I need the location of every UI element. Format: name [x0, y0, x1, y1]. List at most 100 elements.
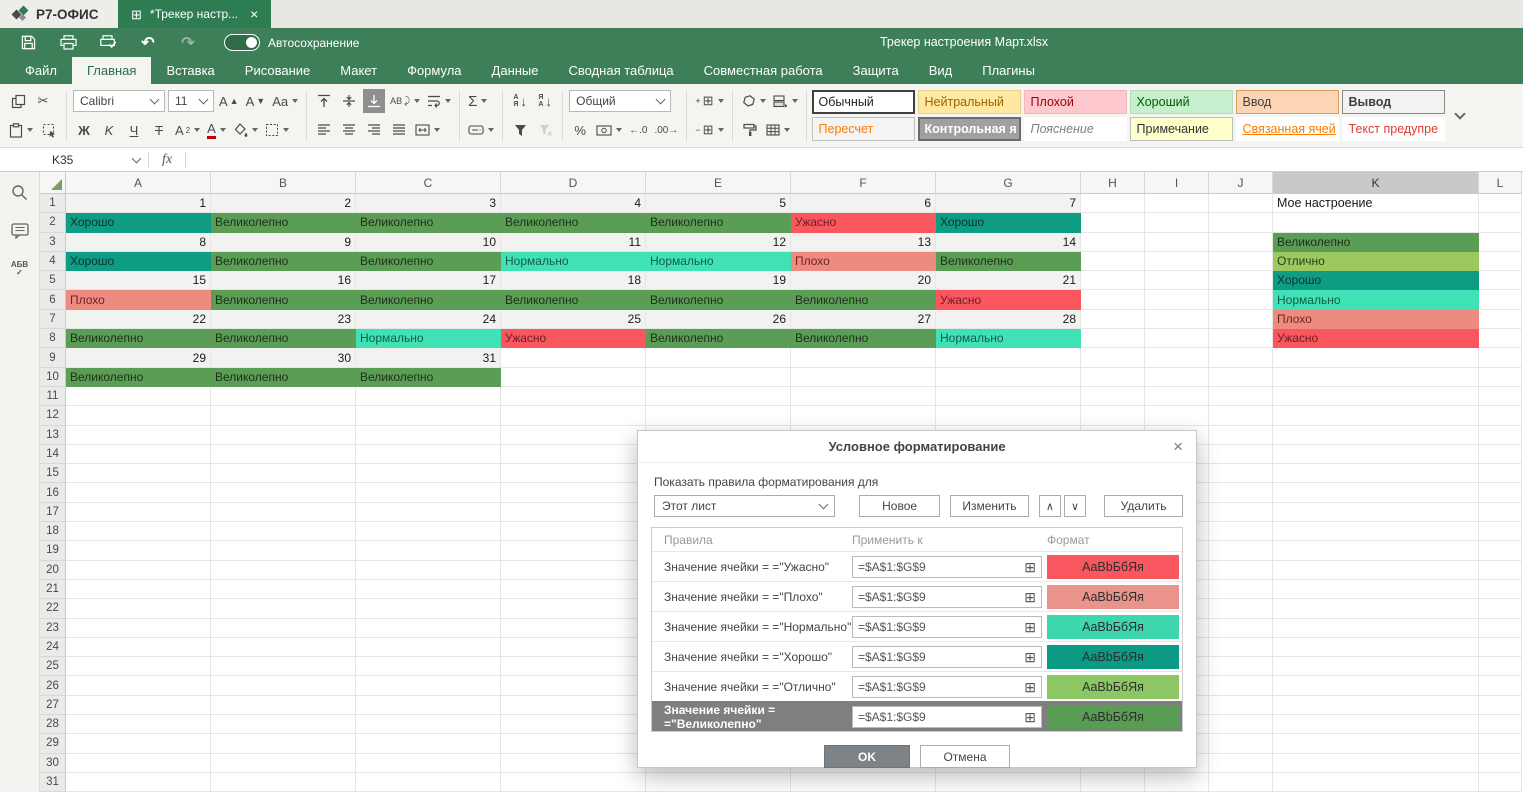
cell-B16[interactable]	[211, 483, 356, 502]
cell-D21[interactable]	[501, 580, 646, 599]
cell-E8[interactable]: Великолепно	[646, 329, 791, 348]
cell-E6[interactable]: Великолепно	[646, 290, 791, 309]
cell-J25[interactable]	[1209, 657, 1273, 676]
align-middle-button[interactable]	[338, 89, 360, 113]
cell-D8[interactable]: Ужасно	[501, 329, 646, 348]
cell-K14[interactable]	[1273, 445, 1479, 464]
row-header-13[interactable]: 13	[40, 426, 66, 445]
row-header-24[interactable]: 24	[40, 638, 66, 657]
move-rule-up-button[interactable]: ∧	[1039, 495, 1061, 517]
sort-descending-button[interactable]: ЯА ↓	[534, 89, 556, 113]
cell-E5[interactable]: 19	[646, 271, 791, 290]
rule-range-input[interactable]: =$A$1:$G$9⊞	[852, 616, 1042, 638]
cell-I4[interactable]	[1145, 252, 1209, 271]
menu-tab-8[interactable]: Сводная таблица	[554, 57, 689, 84]
cell-L7[interactable]	[1479, 310, 1522, 329]
cell-J11[interactable]	[1209, 387, 1273, 406]
column-header-G[interactable]: G	[936, 172, 1081, 194]
cell-B1[interactable]: 2	[211, 194, 356, 213]
italic-button[interactable]: K	[98, 118, 120, 142]
name-box[interactable]: K35	[44, 148, 148, 171]
select-range-icon[interactable]: ⊞	[1024, 710, 1036, 724]
delete-cells-button[interactable]: −⊞	[693, 118, 725, 142]
cell-E7[interactable]: 26	[646, 310, 791, 329]
menu-tab-11[interactable]: Вид	[914, 57, 968, 84]
cell-A24[interactable]	[66, 638, 211, 657]
row-header-9[interactable]: 9	[40, 348, 66, 367]
cell-J27[interactable]	[1209, 696, 1273, 715]
cell-I8[interactable]	[1145, 329, 1209, 348]
rule-row-3[interactable]: Значение ячейки = ="Нормально"=$A$1:$G$9…	[652, 611, 1182, 641]
cell-L23[interactable]	[1479, 619, 1522, 638]
align-bottom-button[interactable]	[363, 89, 385, 113]
cell-G10[interactable]	[936, 368, 1081, 387]
cell-K24[interactable]	[1273, 638, 1479, 657]
menu-tab-12[interactable]: Плагины	[967, 57, 1050, 84]
cell-E3[interactable]: 12	[646, 233, 791, 252]
cell-L27[interactable]	[1479, 696, 1522, 715]
cell-J2[interactable]	[1209, 213, 1273, 232]
text-orientation-button[interactable]: АВ⤸	[388, 89, 422, 113]
row-header-26[interactable]: 26	[40, 676, 66, 695]
cell-L8[interactable]	[1479, 329, 1522, 348]
cell-I31[interactable]	[1145, 773, 1209, 792]
cell-H7[interactable]	[1081, 310, 1145, 329]
cell-A28[interactable]	[66, 715, 211, 734]
cell-D11[interactable]	[501, 387, 646, 406]
cell-J14[interactable]	[1209, 445, 1273, 464]
cell-D25[interactable]	[501, 657, 646, 676]
cell-K31[interactable]	[1273, 773, 1479, 792]
ok-button[interactable]: OK	[824, 745, 910, 768]
column-header-D[interactable]: D	[501, 172, 646, 194]
cell-A30[interactable]	[66, 754, 211, 773]
cell-A15[interactable]	[66, 464, 211, 483]
select-range-icon[interactable]: ⊞	[1024, 590, 1036, 604]
column-header-B[interactable]: B	[211, 172, 356, 194]
cell-C20[interactable]	[356, 561, 501, 580]
cell-K10[interactable]	[1273, 368, 1479, 387]
select-range-icon[interactable]: ⊞	[1024, 650, 1036, 664]
edit-rule-button[interactable]: Изменить	[950, 495, 1029, 517]
menu-tab-4[interactable]: Рисование	[230, 57, 325, 84]
cell-L11[interactable]	[1479, 387, 1522, 406]
cell-L26[interactable]	[1479, 676, 1522, 695]
cell-I2[interactable]	[1145, 213, 1209, 232]
row-header-23[interactable]: 23	[40, 619, 66, 638]
row-header-25[interactable]: 25	[40, 657, 66, 676]
cell-E2[interactable]: Великолепно	[646, 213, 791, 232]
cell-D18[interactable]	[501, 522, 646, 541]
subscript-button[interactable]: A2	[173, 118, 202, 142]
cell-H12[interactable]	[1081, 406, 1145, 425]
cell-I12[interactable]	[1145, 406, 1209, 425]
cell-style-3[interactable]: Плохой	[1024, 90, 1127, 114]
cell-B25[interactable]	[211, 657, 356, 676]
cell-B17[interactable]	[211, 503, 356, 522]
cell-H10[interactable]	[1081, 368, 1145, 387]
row-header-15[interactable]: 15	[40, 464, 66, 483]
cell-K30[interactable]	[1273, 754, 1479, 773]
row-header-29[interactable]: 29	[40, 734, 66, 753]
cell-style-4[interactable]: Хороший	[1130, 90, 1233, 114]
column-header-J[interactable]: J	[1209, 172, 1273, 194]
cell-B4[interactable]: Великолепно	[211, 252, 356, 271]
row-header-16[interactable]: 16	[40, 483, 66, 502]
cell-C10[interactable]: Великолепно	[356, 368, 501, 387]
font-name-select[interactable]: Calibri	[73, 90, 165, 112]
cell-E4[interactable]: Нормально	[646, 252, 791, 271]
cell-L20[interactable]	[1479, 561, 1522, 580]
clear-filter-button[interactable]	[534, 118, 556, 142]
cell-D20[interactable]	[501, 561, 646, 580]
cell-C14[interactable]	[356, 445, 501, 464]
cell-H31[interactable]	[1081, 773, 1145, 792]
cancel-button[interactable]: Отмена	[920, 745, 1010, 768]
cell-B18[interactable]	[211, 522, 356, 541]
cell-C7[interactable]: 24	[356, 310, 501, 329]
cell-C27[interactable]	[356, 696, 501, 715]
cell-J23[interactable]	[1209, 619, 1273, 638]
cell-L22[interactable]	[1479, 599, 1522, 618]
cell-I3[interactable]	[1145, 233, 1209, 252]
cell-G7[interactable]: 28	[936, 310, 1081, 329]
cell-H4[interactable]	[1081, 252, 1145, 271]
cell-A5[interactable]: 15	[66, 271, 211, 290]
cell-A3[interactable]: 8	[66, 233, 211, 252]
